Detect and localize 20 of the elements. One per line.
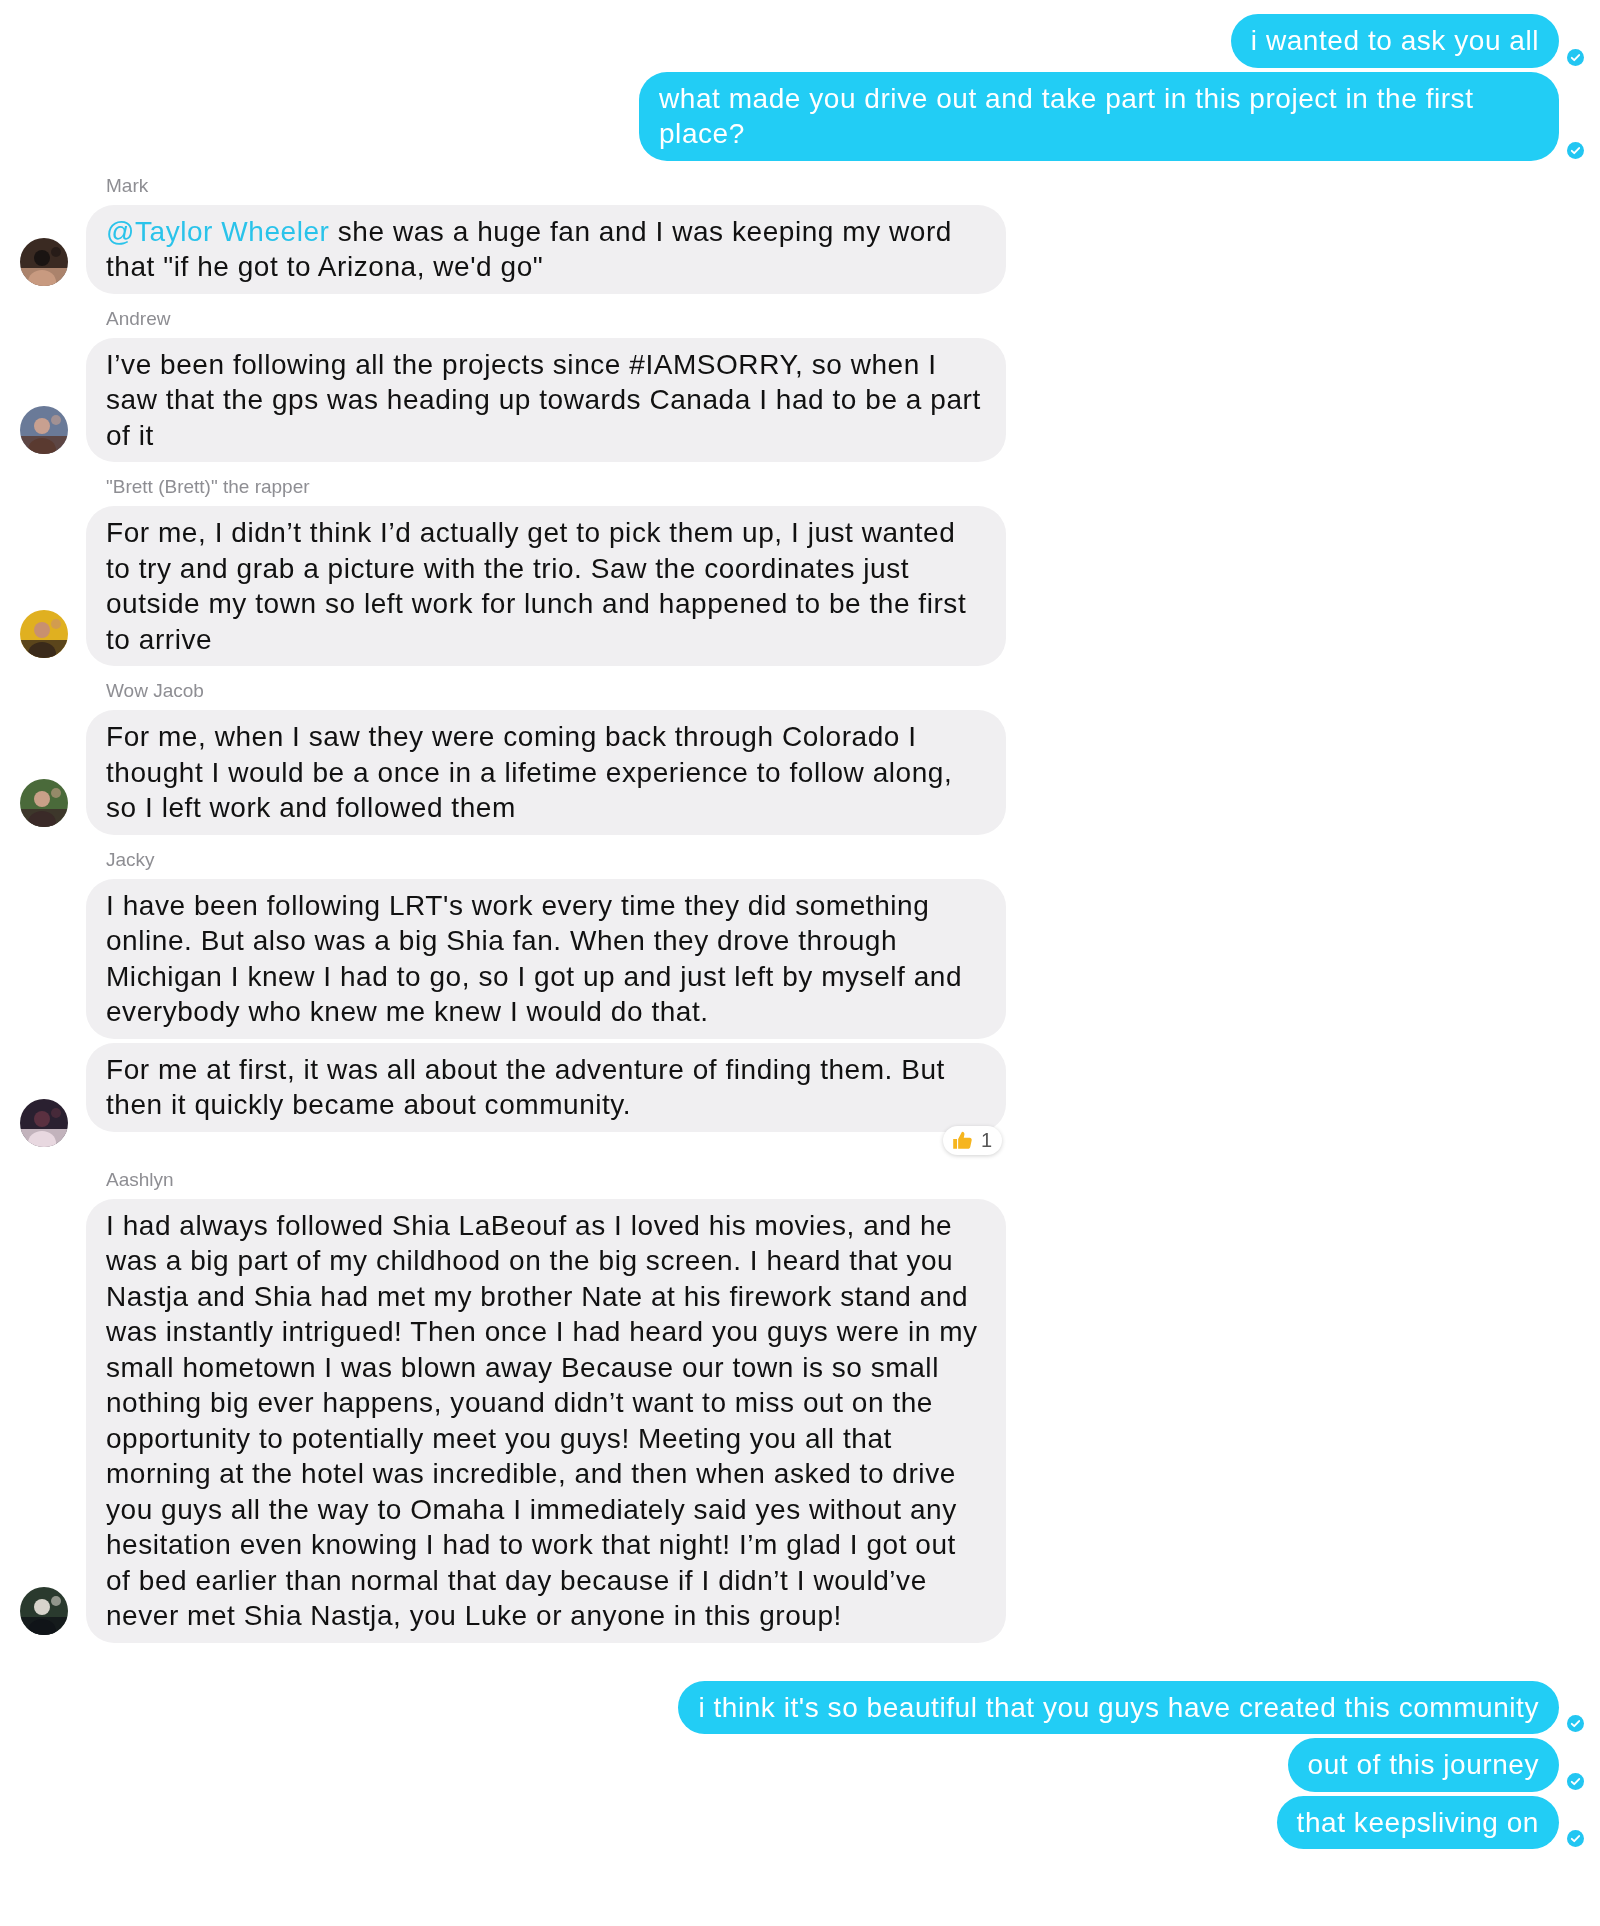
message-bubble: what made you drive out and take part in this project in the first place? — [639, 71, 1559, 161]
message-bubble: out of this journey — [1287, 1738, 1559, 1792]
message-bubble: i wanted to ask you all — [1230, 14, 1559, 68]
message-bubble: For me, when I saw they were coming back through Colorado I thought I would be a once in a lifetime experience to follow along, so I left work and followed them — [86, 710, 1006, 835]
message-bubble: For me at first, it was all about the adventure of finding them. But then it quickly became about community. — [86, 1042, 1006, 1132]
message-bubble: I had always followed Shia LaBeouf as I loved his movies, and he was a big part of my childhood on the big screen. I heard that you Nastja and Shia had met my brother Nate at his firework stand and was instantly intrigued! Then once I had heard you guys were in my small hometown I was blown away Because our town is so small nothing big ever happens, youand didn’t want to miss out on the opportunity to potentially meet you guys! Meeting you all that morning at the hotel was incredible, and then when asked to drive you guys all the way to Omaha I immediately said yes without any hesitation even knowing I had to work that night! I’m glad I got out of bed earlier than normal that day because if I didn’t I would’ve never met Shia Nastja, you Luke or anyone in this group! — [86, 1198, 1006, 1643]
sender-name: Andrew — [106, 307, 172, 330]
sender-name: Mark — [106, 174, 150, 197]
reaction-badge[interactable]: 1 — [942, 1125, 1002, 1155]
message-bubble: For me, I didn’t think I’d actually get to pick them up, I just wanted to try and grab a picture with the trio. Saw the coordinates just outside my town so left work for lunch and happened to be the first to arrive — [86, 506, 1006, 666]
thumbs-up-icon — [950, 1129, 973, 1151]
message-bubble: i think it's so beautiful that you guys have created this community — [678, 1680, 1559, 1734]
sender-name: Aashlyn — [106, 1168, 175, 1191]
sender-name: Jacky — [106, 848, 156, 871]
message-bubble: I’ve been following all the projects since #IAMSORRY, so when I saw that the gps was heading up towards Canada I had to be a part of it — [86, 337, 1006, 462]
sender-name: "Brett (Brett)" the rapper — [106, 476, 311, 498]
message-bubble: I have been following LRT's work every time they did something online. But also was a big Shia fan. When they drove through Michigan I knew I had to go, so I got up and just left by myself and everybody who knew me knew I would do that. — [86, 878, 1006, 1039]
sender-name: Wow Jacob — [106, 680, 205, 702]
message-bubble: @Taylor Wheeler she was a huge fan and I was keeping my word that "if he got to Arizona, we'd go" — [86, 204, 1006, 294]
message-bubble: that keepsliving on — [1276, 1795, 1559, 1849]
